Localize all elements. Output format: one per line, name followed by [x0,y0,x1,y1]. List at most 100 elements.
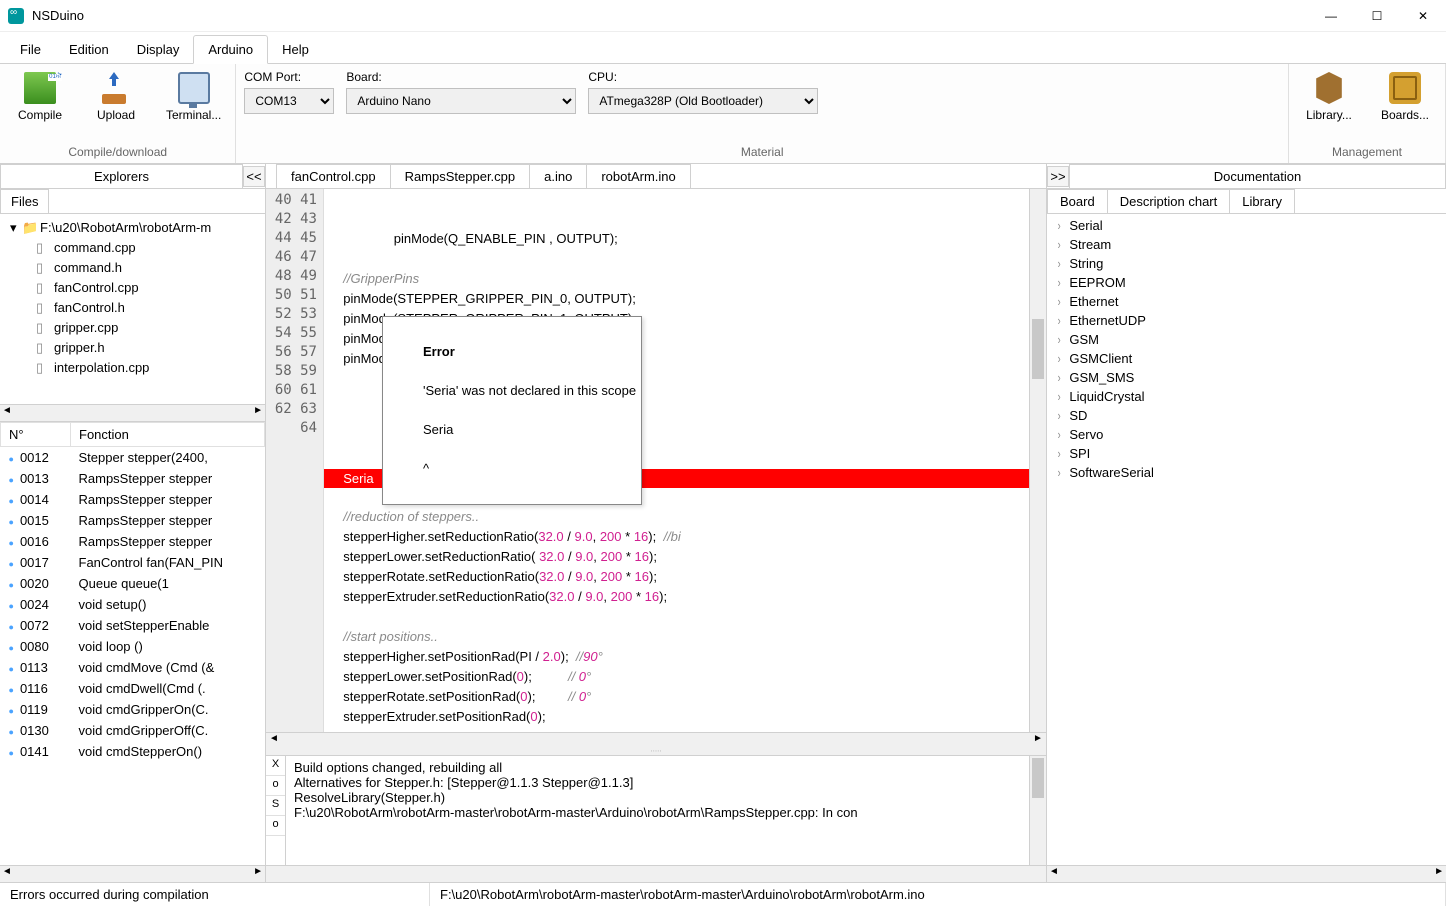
tree-root[interactable]: ▾📁F:\u20\RobotArm\robotArm-m [4,218,261,238]
console: X o S o Build options changed, rebuildin… [266,755,1046,865]
tree-file[interactable]: ▯gripper.cpp [30,318,261,338]
console-btn-x[interactable]: X [266,756,285,776]
console-btn-s[interactable]: S [266,796,285,816]
menu-help[interactable]: Help [268,36,323,63]
tab-fancontrol[interactable]: fanControl.cpp [276,164,391,188]
lib-hscroll[interactable] [1047,865,1446,882]
boards-button[interactable]: Boards... [1373,68,1437,126]
maximize-button[interactable]: ☐ [1354,0,1400,32]
explorers-title: Explorers [0,164,243,188]
function-row[interactable]: 0116void cmdDwell(Cmd (. [1,678,265,699]
cpu-select[interactable]: ATmega328P (Old Bootloader) [588,88,818,114]
library-item[interactable]: Stream [1047,235,1446,254]
menu-edition[interactable]: Edition [55,36,123,63]
library-item[interactable]: String [1047,254,1446,273]
library-item[interactable]: SD [1047,406,1446,425]
terminal-icon [178,72,210,104]
tab-a-ino[interactable]: a.ino [529,164,587,188]
library-item[interactable]: GSMClient [1047,349,1446,368]
close-button[interactable]: ✕ [1400,0,1446,32]
doc-tab-board[interactable]: Board [1047,189,1108,213]
com-port-select[interactable]: COM13 [244,88,334,114]
library-item[interactable]: LiquidCrystal [1047,387,1446,406]
library-item[interactable]: GSM_SMS [1047,368,1446,387]
function-row[interactable]: 0024void setup() [1,594,265,615]
console-btn-o1[interactable]: o [266,776,285,796]
library-item[interactable]: EthernetUDP [1047,311,1446,330]
tree-file[interactable]: ▯command.h [30,258,261,278]
library-item[interactable]: Serial [1047,216,1446,235]
editor-body[interactable]: 40 41 42 43 44 45 46 47 48 49 50 51 52 5… [266,189,1046,732]
line-gutter: 40 41 42 43 44 45 46 47 48 49 50 51 52 5… [266,189,324,732]
function-row[interactable]: 0012Stepper stepper(2400, [1,447,265,469]
documentation-title: Documentation [1069,164,1446,188]
menu-arduino[interactable]: Arduino [193,35,268,64]
library-item[interactable]: SPI [1047,444,1446,463]
code-area[interactable]: Error 'Seria' was not declared in this s… [324,189,1029,732]
doc-tab-library[interactable]: Library [1229,189,1295,213]
col-number[interactable]: N° [1,423,71,447]
console-buttons: X o S o [266,756,286,865]
tab-rampsstepper[interactable]: RampsStepper.cpp [390,164,531,188]
tree-file[interactable]: ▯fanControl.cpp [30,278,261,298]
compile-button[interactable]: Compile [8,68,72,126]
editor-hscroll[interactable]: ◄► [266,732,1046,749]
tree-hscroll[interactable] [0,404,265,421]
files-tab[interactable]: Files [0,189,49,213]
compile-label: Compile [18,108,62,122]
expand-right-button[interactable]: >> [1047,166,1069,187]
tree-file[interactable]: ▯gripper.h [30,338,261,358]
collapse-left-button[interactable]: << [243,166,265,187]
function-row[interactable]: 0015RampsStepper stepper [1,510,265,531]
group-label-material: Material [244,143,1280,161]
library-item[interactable]: SoftwareSerial [1047,463,1446,482]
tooltip-title: Error [423,344,455,359]
function-row[interactable]: 0013RampsStepper stepper [1,468,265,489]
minimize-button[interactable]: — [1308,0,1354,32]
col-function[interactable]: Fonction [71,423,265,447]
console-hscroll[interactable] [266,865,1046,882]
menu-file[interactable]: File [6,36,55,63]
function-row[interactable]: 0119void cmdGripperOn(C. [1,699,265,720]
function-row[interactable]: 0080void loop () [1,636,265,657]
function-row[interactable]: 0020Queue queue(1 [1,573,265,594]
func-hscroll[interactable] [0,865,265,882]
upload-icon [100,72,132,104]
tree-file[interactable]: ▯interpolation.cpp [30,358,261,378]
tree-file[interactable]: ▯command.cpp [30,238,261,258]
console-vscroll[interactable] [1029,756,1046,865]
function-list[interactable]: N° Fonction 0012Stepper stepper(2400,001… [0,421,265,865]
function-row[interactable]: 0014RampsStepper stepper [1,489,265,510]
doc-tab-description[interactable]: Description chart [1107,189,1231,213]
com-port-label: COM Port: [244,70,334,84]
menubar: File Edition Display Arduino Help [0,32,1446,64]
tab-robotarm[interactable]: robotArm.ino [586,164,690,188]
editor-vscroll[interactable] [1029,189,1046,732]
upload-button[interactable]: Upload [84,68,148,126]
terminal-button[interactable]: Terminal... [160,68,227,126]
function-row[interactable]: 0141void cmdStepperOn() [1,741,265,762]
library-icon [1313,72,1345,104]
ribbon: Compile Upload Terminal... Compile/downl… [0,64,1446,164]
board-select[interactable]: Arduino Nano [346,88,576,114]
library-item[interactable]: GSM [1047,330,1446,349]
console-btn-o2[interactable]: o [266,816,285,836]
status-path: F:\u20\RobotArm\robotArm-master\robotArm… [430,883,1446,906]
function-row[interactable]: 0072void setStepperEnable [1,615,265,636]
center-panel: fanControl.cpp RampsStepper.cpp a.ino ro… [266,164,1046,882]
library-button[interactable]: Library... [1297,68,1361,126]
menu-display[interactable]: Display [123,36,194,63]
function-row[interactable]: 0113void cmdMove (Cmd (& [1,657,265,678]
library-item[interactable]: Ethernet [1047,292,1446,311]
function-row[interactable]: 0016RampsStepper stepper [1,531,265,552]
boards-label: Boards... [1381,108,1429,122]
console-output[interactable]: Build options changed, rebuilding all Al… [286,756,1029,865]
library-item[interactable]: EEPROM [1047,273,1446,292]
file-tree[interactable]: ▾📁F:\u20\RobotArm\robotArm-m ▯command.cp… [0,214,265,404]
library-item[interactable]: Servo [1047,425,1446,444]
tree-file[interactable]: ▯fanControl.h [30,298,261,318]
group-label-compile: Compile/download [8,143,227,161]
function-row[interactable]: 0130void cmdGripperOff(C. [1,720,265,741]
library-list[interactable]: SerialStreamStringEEPROMEthernetEthernet… [1047,214,1446,865]
function-row[interactable]: 0017FanControl fan(FAN_PIN [1,552,265,573]
